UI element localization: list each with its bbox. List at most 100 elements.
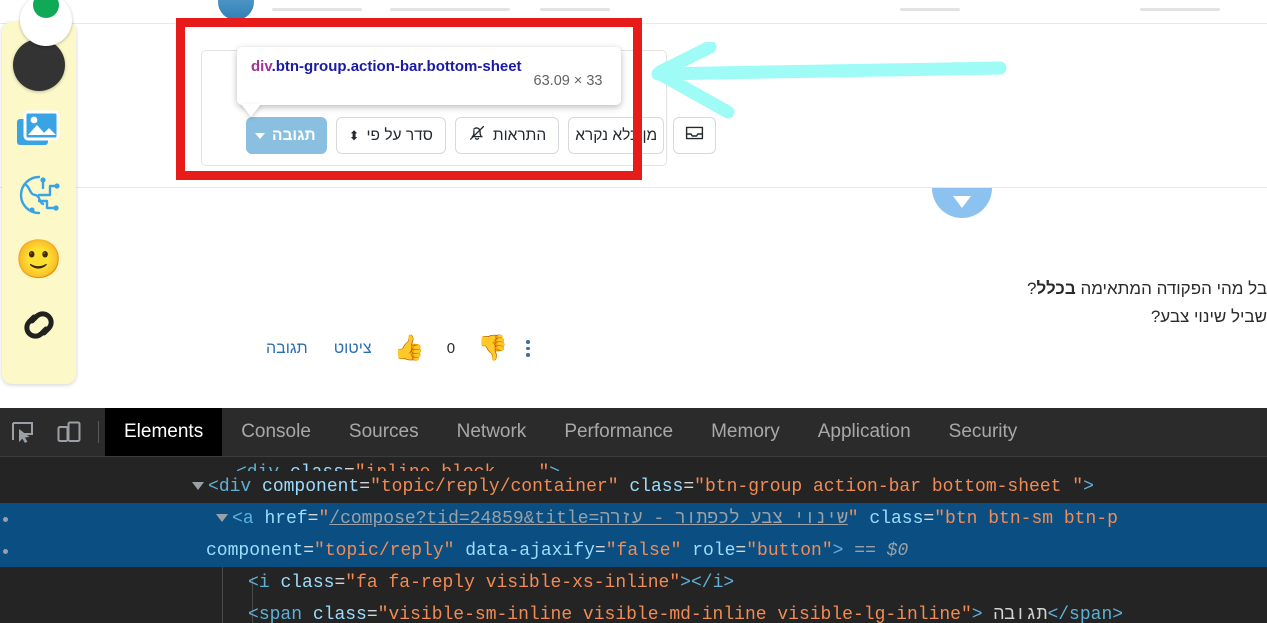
black-circle-icon[interactable] xyxy=(11,37,67,93)
smiley-face-icon[interactable]: 🙂 xyxy=(11,232,67,288)
floating-side-toolbar: 🙂 xyxy=(2,0,76,384)
bell-slash-icon xyxy=(468,124,486,147)
span-inner-text: תגובה xyxy=(993,605,1048,623)
post-footer: תגובה ציטוט 👍 0 👎 xyxy=(240,336,530,361)
collapse-handle[interactable] xyxy=(932,188,992,218)
dom-line-anchor-selected-wrap[interactable]: component="topic/reply" data-ajaxify="fa… xyxy=(0,535,1267,567)
image-gallery-icon[interactable] xyxy=(11,102,67,158)
a-tag-name: a xyxy=(242,509,254,529)
tab-console-label: Console xyxy=(241,421,311,442)
div-attr1-name: component xyxy=(262,477,360,497)
dom-line-div-container[interactable]: <div component="topic/reply/container" c… xyxy=(0,471,1267,503)
network-tech-icon[interactable] xyxy=(11,167,67,223)
a-attr5-value: button xyxy=(757,541,822,561)
tab-elements[interactable]: Elements xyxy=(105,408,223,456)
i-class-value: fa fa-reply visible-xs-inline xyxy=(356,573,670,593)
thumbs-down-icon[interactable]: 👎 xyxy=(477,336,508,361)
device-toolbar-icon[interactable] xyxy=(46,408,92,456)
tab-security-label: Security xyxy=(948,421,1018,442)
quote-link[interactable]: ציטוט xyxy=(334,340,372,358)
span-class-name: class xyxy=(312,605,367,623)
elements-dom-tree[interactable]: <div class="inline-block ..."> <div comp… xyxy=(0,457,1267,623)
tab-performance-label: Performance xyxy=(564,421,674,442)
toolbar-divider xyxy=(98,421,99,443)
sort-by-label: סדר על פי xyxy=(366,126,433,144)
div-tag-name: div xyxy=(218,477,252,497)
tab-memory[interactable]: Memory xyxy=(692,408,799,456)
inbox-button[interactable] xyxy=(673,117,717,154)
tab-console[interactable]: Console xyxy=(222,408,330,456)
kebab-menu-icon[interactable] xyxy=(526,340,530,357)
a-attr5-name: role xyxy=(692,541,736,561)
top-text-sliver-2 xyxy=(390,8,510,11)
a-href-name: href xyxy=(264,509,308,529)
expand-triangle-icon[interactable] xyxy=(216,514,228,523)
devtools-toolbar: Elements Console Sources Network Perform… xyxy=(0,408,1267,457)
a-attr3-name: component xyxy=(206,541,304,561)
mark-unread-label: מן כלא נקרא xyxy=(575,126,658,144)
chevron-down-icon xyxy=(953,195,971,208)
post-line1-bold: בכלל xyxy=(1036,279,1076,298)
post-body-line-2: שביל שינוי צבע? xyxy=(1150,306,1267,326)
tab-application[interactable]: Application xyxy=(799,408,930,456)
screenshot-root: 🙂 תגובה סדר על פי ⬍ התראות מן כלא נקרא d… xyxy=(0,0,1267,623)
div-attr1-value: topic/reply/container xyxy=(380,477,608,497)
thumbs-up-icon[interactable]: 👍 xyxy=(394,336,425,361)
dom-line-span-label[interactable]: <span class="visible-sm-inline visible-m… xyxy=(0,599,1267,623)
mark-unread-button[interactable]: מן כלא נקרא xyxy=(568,117,665,154)
a-class-name: class xyxy=(869,509,924,529)
div-attr2-value: btn-group action-bar bottom-sheet xyxy=(704,477,1073,497)
expand-triangle-icon[interactable] xyxy=(192,482,204,491)
chevron-down-icon xyxy=(255,132,265,139)
tab-elements-label: Elements xyxy=(124,421,204,442)
top-text-sliver-1 xyxy=(272,8,362,11)
tab-sources[interactable]: Sources xyxy=(330,408,438,456)
reply-button[interactable]: תגובה xyxy=(246,117,327,154)
notifications-button[interactable]: התראות xyxy=(454,117,560,154)
devtools-panel: Elements Console Sources Network Perform… xyxy=(0,408,1267,623)
tab-sources-label: Sources xyxy=(348,421,419,442)
a-attr4-value: false xyxy=(616,541,671,561)
vote-count: 0 xyxy=(446,340,456,357)
sort-arrows-icon: ⬍ xyxy=(348,128,360,143)
notifications-label: התראות xyxy=(492,126,547,144)
action-bar: תגובה סדר על פי ⬍ התראות מן כלא נקרא xyxy=(237,117,717,154)
post-body-text: בל מהי הפקודה המתאימה בכלל? שביל שינוי צ… xyxy=(747,275,1267,330)
top-text-sliver-3 xyxy=(540,8,610,11)
selected-node-marker: == $0 xyxy=(854,541,909,561)
devtools-inspect-tooltip: div.btn-group.action-bar.bottom-sheet 63… xyxy=(237,47,621,105)
a-class-value: btn btn-sm btn-p xyxy=(945,509,1118,529)
tab-network-label: Network xyxy=(456,421,527,442)
inbox-icon xyxy=(685,125,704,146)
dom-line-i-icon[interactable]: <i class="fa fa-reply visible-xs-inline"… xyxy=(0,567,1267,599)
tab-security[interactable]: Security xyxy=(930,408,1037,456)
tab-network[interactable]: Network xyxy=(438,408,546,456)
span-class-value: visible-sm-inline visible-md-inline visi… xyxy=(388,605,961,623)
link-chain-icon[interactable] xyxy=(11,297,67,353)
dom-line-anchor-selected[interactable]: <a href="/compose?tid=24859&title=שינוי … xyxy=(0,503,1267,535)
cyan-annotation-arrow xyxy=(651,42,1007,119)
inspect-element-icon[interactable] xyxy=(0,408,46,456)
i-tag-name: i xyxy=(258,573,270,593)
tooltip-pointer xyxy=(241,104,261,117)
a-attr4-name: data-ajaxify xyxy=(465,541,595,561)
span-tag-name: span xyxy=(258,605,303,623)
i-class-name: class xyxy=(280,573,335,593)
dom-line-clipped[interactable]: <div class="inline-block ..."> xyxy=(0,457,1267,471)
reply-button-label: תגובה xyxy=(272,126,316,144)
divider-mid xyxy=(0,187,1267,188)
a-href-value[interactable]: /compose?tid=24859&title=שינוי צבע לכפתו… xyxy=(329,509,848,529)
div-attr2-name: class xyxy=(629,477,684,497)
tooltip-class-names: .btn-group.action-bar.bottom-sheet xyxy=(271,58,522,75)
tab-memory-label: Memory xyxy=(711,421,780,442)
span-close-tag: </span> xyxy=(1047,605,1124,623)
divider-top xyxy=(0,23,1267,24)
top-text-sliver-5 xyxy=(1140,8,1220,11)
i-close-tag: </i> xyxy=(690,573,735,593)
tab-performance[interactable]: Performance xyxy=(545,408,692,456)
top-text-sliver-4 xyxy=(900,8,960,11)
reply-link[interactable]: תגובה xyxy=(266,340,308,358)
tooltip-tag-name: div xyxy=(251,58,272,75)
tab-application-label: Application xyxy=(817,421,911,442)
sort-by-button[interactable]: סדר על פי ⬍ xyxy=(335,117,446,154)
